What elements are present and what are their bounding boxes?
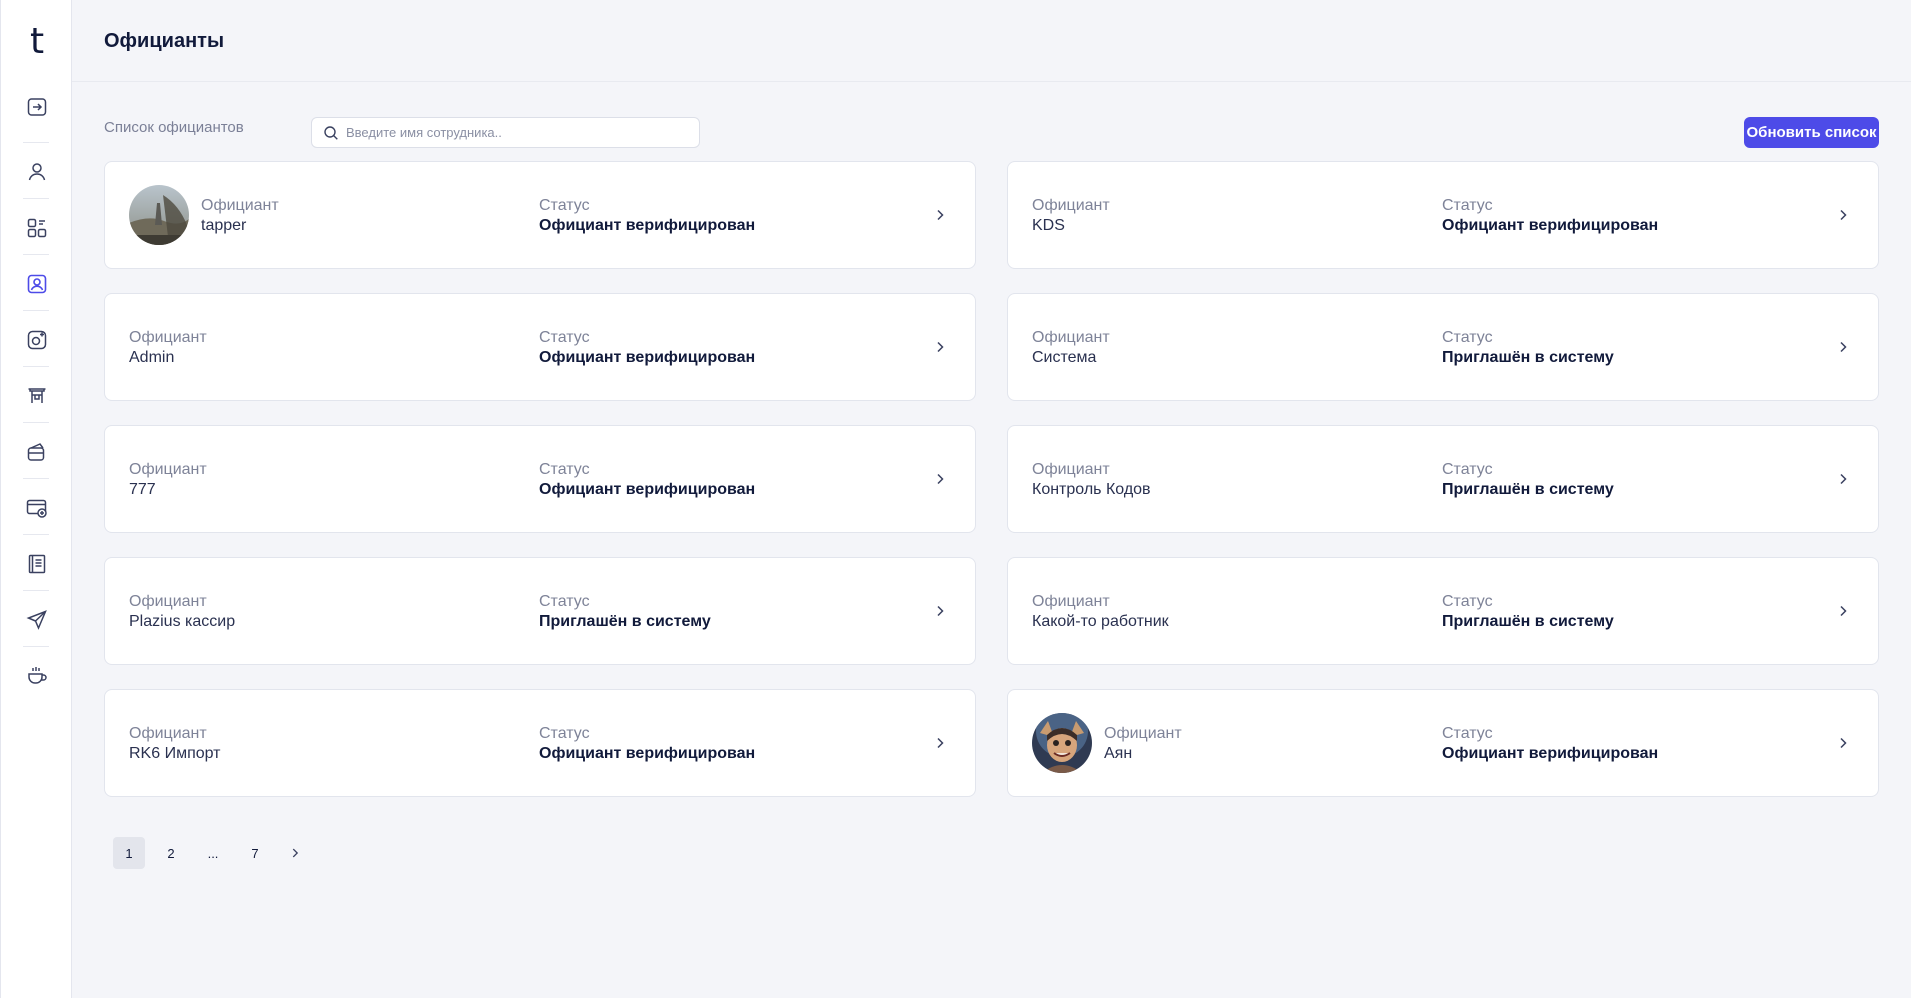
chevron-right-icon bbox=[1840, 473, 1847, 485]
user-icon[interactable] bbox=[1, 144, 73, 200]
dashboard-icon[interactable] bbox=[1, 200, 73, 256]
avatar bbox=[1032, 713, 1092, 773]
waiter-card[interactable]: Официант tapper Статус Официант верифици… bbox=[104, 161, 976, 269]
status-value: Официант верифицирован bbox=[539, 481, 756, 498]
waiter-label: Официант bbox=[1032, 593, 1110, 610]
status-label: Статус bbox=[539, 593, 590, 610]
list-label: Список официантов bbox=[104, 119, 244, 136]
waiter-name: Система bbox=[1032, 349, 1097, 366]
status-value: Официант верифицирован bbox=[539, 745, 756, 762]
card-add-icon[interactable] bbox=[1, 480, 73, 536]
search-input[interactable] bbox=[346, 125, 686, 140]
status-label: Статус bbox=[1442, 329, 1493, 346]
chevron-right-icon bbox=[1840, 737, 1847, 749]
status-label: Статус bbox=[1442, 461, 1493, 478]
status-label: Статус bbox=[1442, 593, 1493, 610]
page-ellipsis[interactable]: ... bbox=[197, 837, 229, 869]
status-label: Статус bbox=[539, 329, 590, 346]
chevron-right-icon bbox=[1840, 341, 1847, 353]
waiter-card[interactable]: Официант RK6 Импорт Статус Официант вери… bbox=[104, 689, 976, 797]
avatar bbox=[129, 185, 189, 245]
status-value: Приглашён в систему bbox=[539, 613, 711, 630]
send-icon[interactable] bbox=[1, 592, 73, 648]
status-value: Приглашён в систему bbox=[1442, 349, 1614, 366]
waiter-name: Plazius кассир bbox=[129, 613, 236, 630]
chevron-right-icon bbox=[1840, 209, 1847, 221]
chevron-right-icon bbox=[937, 473, 944, 485]
refresh-list-button[interactable]: Обновить список bbox=[1744, 117, 1879, 148]
menu-book-icon[interactable] bbox=[1, 536, 73, 592]
waiter-name: RK6 Импорт bbox=[129, 745, 221, 762]
search-icon bbox=[324, 125, 338, 140]
status-label: Статус bbox=[539, 461, 590, 478]
tables-icon[interactable] bbox=[1, 368, 73, 424]
chevron-right-icon bbox=[937, 341, 944, 353]
waiter-card[interactable]: Официант Контроль Кодов Статус Приглашён… bbox=[1007, 425, 1879, 533]
chevron-right-icon bbox=[937, 209, 944, 221]
waiter-card[interactable]: Официант Какой-то работник Статус Пригла… bbox=[1007, 557, 1879, 665]
status-label: Статус bbox=[1442, 725, 1493, 742]
waiter-card[interactable]: Официант KDS Статус Официант верифициров… bbox=[1007, 161, 1879, 269]
status-value: Приглашён в систему bbox=[1442, 481, 1614, 498]
chevron-right-icon bbox=[937, 605, 944, 617]
status-value: Официант верифицирован bbox=[539, 217, 756, 234]
waiter-label: Официант bbox=[201, 197, 279, 214]
status-value: Официант верифицирован bbox=[539, 349, 756, 366]
page-2[interactable]: 2 bbox=[155, 837, 187, 869]
waiter-label: Официант bbox=[129, 593, 207, 610]
waiter-label: Официант bbox=[129, 461, 207, 478]
chevron-right-icon bbox=[292, 848, 299, 858]
waiter-name: 777 bbox=[129, 481, 156, 498]
waiter-card[interactable]: Официант Admin Статус Официант верифицир… bbox=[104, 293, 976, 401]
chevron-right-icon bbox=[937, 737, 944, 749]
status-value: Приглашён в систему bbox=[1442, 613, 1614, 630]
payments-icon[interactable] bbox=[1, 424, 73, 480]
logout-icon[interactable] bbox=[1, 79, 73, 135]
page-7[interactable]: 7 bbox=[239, 837, 271, 869]
waiter-name: Какой-то работник bbox=[1032, 613, 1169, 630]
waiter-label: Официант bbox=[1032, 329, 1110, 346]
status-label: Статус bbox=[539, 725, 590, 742]
waiter-label: Официант bbox=[1032, 197, 1110, 214]
waiter-label: Официант bbox=[129, 725, 207, 742]
cup-icon[interactable] bbox=[1, 648, 73, 704]
page-title: Официанты bbox=[104, 30, 225, 52]
waiter-name: Контроль Кодов bbox=[1032, 481, 1151, 498]
chevron-right-icon bbox=[1840, 605, 1847, 617]
waiters-icon[interactable] bbox=[1, 256, 73, 312]
waiter-label: Официант bbox=[1032, 461, 1110, 478]
page-header: Официанты bbox=[72, 0, 1911, 82]
waiter-name: tapper bbox=[201, 217, 247, 234]
status-value: Официант верифицирован bbox=[1442, 217, 1659, 234]
sidebar: t bbox=[0, 0, 72, 998]
waiter-name: Admin bbox=[129, 349, 175, 366]
waiter-card[interactable]: Официант Аян Статус Официант верифициров… bbox=[1007, 689, 1879, 797]
waiter-label: Официант bbox=[129, 329, 207, 346]
waiter-card[interactable]: Официант 777 Статус Официант верифициров… bbox=[104, 425, 976, 533]
next-page-button[interactable] bbox=[279, 837, 311, 869]
search-field[interactable] bbox=[311, 117, 700, 148]
waiter-card[interactable]: Официант Система Статус Приглашён в сист… bbox=[1007, 293, 1879, 401]
status-value: Официант верифицирован bbox=[1442, 745, 1659, 762]
restaurant-settings-icon[interactable] bbox=[1, 312, 73, 368]
status-label: Статус bbox=[1442, 197, 1493, 214]
app-logo[interactable]: t bbox=[1, 18, 73, 66]
waiter-label: Официант bbox=[1104, 725, 1182, 742]
waiter-name: Аян bbox=[1104, 745, 1133, 762]
page-1[interactable]: 1 bbox=[113, 837, 145, 869]
status-label: Статус bbox=[539, 197, 590, 214]
waiter-name: KDS bbox=[1032, 217, 1065, 234]
waiter-card[interactable]: Официант Plazius кассир Статус Приглашён… bbox=[104, 557, 976, 665]
